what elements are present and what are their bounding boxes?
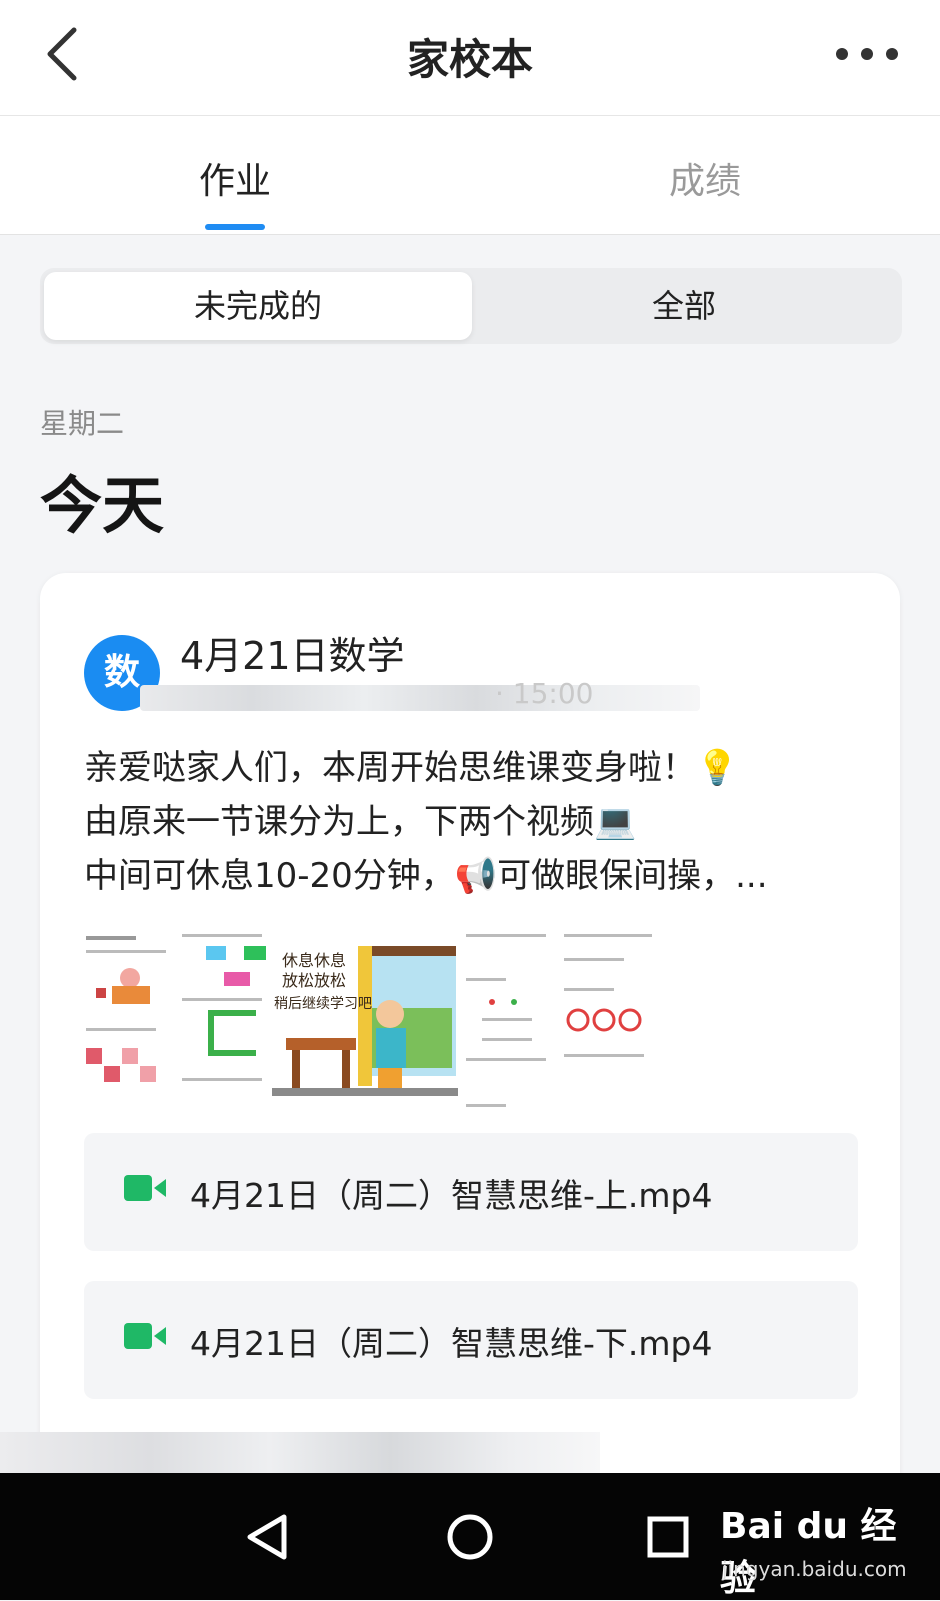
filter-segment: 未完成的 全部 xyxy=(40,268,902,344)
triangle-back-icon xyxy=(247,1514,287,1560)
system-nav-bar: Bai du 经验 jingyan.baidu.com xyxy=(0,1473,940,1600)
filter-incomplete[interactable]: 未完成的 xyxy=(44,272,472,340)
more-dots-icon xyxy=(836,48,898,60)
baidu-watermark: Bai du 经验 jingyan.baidu.com xyxy=(720,1483,920,1599)
rest-break-poster[interactable]: 休息休息 放松放松 稍后继续学习吧 xyxy=(272,928,458,1113)
worksheet-thumbnail[interactable] xyxy=(178,928,270,1113)
system-home-button[interactable] xyxy=(434,1501,506,1573)
day-heading: 今天 xyxy=(40,469,165,542)
system-back-button[interactable] xyxy=(232,1501,304,1573)
circle-home-icon xyxy=(447,1514,493,1560)
filter-all[interactable]: 全部 xyxy=(470,272,898,340)
homework-time: · 15:00 xyxy=(495,677,594,710)
video-file-item[interactable]: 4月21日（周二）智慧思维-下.mp4 xyxy=(84,1281,858,1399)
blurred-footer xyxy=(0,1432,600,1474)
worksheet-thumbnail[interactable] xyxy=(82,928,174,1113)
description-line: 亲爱哒家人们，本周开始思维课变身啦！💡 xyxy=(84,748,739,788)
video-file-item[interactable]: 4月21日（周二）智慧思维-上.mp4 xyxy=(84,1133,858,1251)
description-line: 由原来一节课分为上，下两个视频💻 xyxy=(84,802,637,842)
poster-line: 放松放松 xyxy=(282,971,346,990)
file-name: 4月21日（周二）智慧思维-下.mp4 xyxy=(190,1324,713,1363)
app-header: 家校本 xyxy=(0,0,940,116)
video-camera-icon xyxy=(124,1323,166,1349)
tab-homework[interactable]: 作业 xyxy=(135,152,335,204)
poster-line: 稍后继续学习吧 xyxy=(274,995,372,1012)
tab-grades[interactable]: 成绩 xyxy=(605,152,805,204)
watermark-brand: Bai du 经验 xyxy=(720,1506,897,1599)
homework-title: 4月21日数学 xyxy=(180,634,405,678)
system-recents-button[interactable] xyxy=(632,1501,704,1573)
square-recents-icon xyxy=(647,1516,689,1558)
image-thumbnails: 休息休息 放松放松 稍后继续学习吧 xyxy=(82,928,662,1113)
homework-description: 亲爱哒家人们，本周开始思维课变身啦！💡 由原来一节课分为上，下两个视频💻 中间可… xyxy=(84,741,864,903)
more-button[interactable] xyxy=(834,40,900,70)
worksheet-thumbnail[interactable] xyxy=(462,928,556,1113)
active-tab-indicator xyxy=(205,224,265,230)
weekday-label: 星期二 xyxy=(40,407,125,440)
description-line: 中间可休息10-20分钟，📢可做眼保间操，... xyxy=(84,856,768,896)
worksheet-thumbnail[interactable] xyxy=(560,928,660,1113)
poster-line: 休息休息 xyxy=(282,951,346,970)
video-camera-icon xyxy=(124,1175,166,1201)
file-name: 4月21日（周二）智慧思维-上.mp4 xyxy=(190,1176,713,1215)
blurred-meta xyxy=(140,685,700,711)
watermark-url: jingyan.baidu.com xyxy=(722,1557,907,1581)
page-title: 家校本 xyxy=(406,35,533,84)
tab-bar: 作业 成绩 xyxy=(0,116,940,235)
